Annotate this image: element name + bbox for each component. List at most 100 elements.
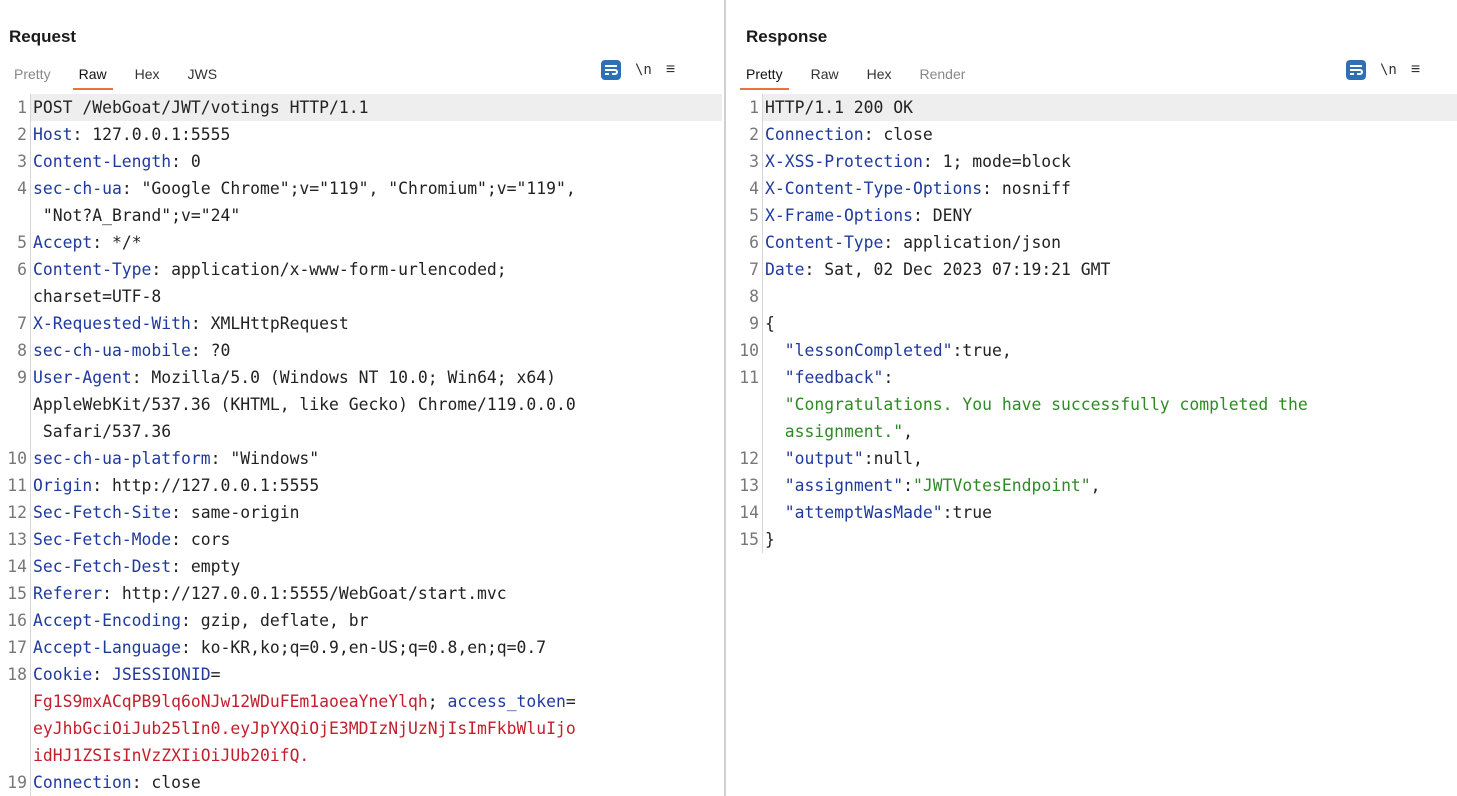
line-number: 3	[17, 152, 27, 171]
code-token: Sec-Fetch-Mode	[33, 530, 172, 549]
request-editor[interactable]: 1 POST /WebGoat/JWT/votings HTTP/1.1 2 Host…	[0, 94, 722, 796]
code-line[interactable]: 1 POST /WebGoat/JWT/votings HTTP/1.1	[0, 94, 722, 121]
code-line[interactable]: 15 Referer: http://127.0.0.1:5555/WebGoat…	[0, 580, 722, 607]
response-title: Response	[746, 27, 828, 46]
code-line[interactable]: 2 Connection: close	[732, 121, 1457, 148]
line-number: 5	[749, 206, 759, 225]
code-line[interactable]: 15}	[732, 526, 1457, 553]
code-line[interactable]: "Congratulations. You have successfully …	[732, 391, 1457, 418]
code-line[interactable]: 11 "feedback":	[732, 364, 1457, 391]
code-line[interactable]: idHJ1ZSIsInVzZXIiOiJUb20ifQ.	[0, 742, 722, 769]
code-line[interactable]: 2 Host: 127.0.0.1:5555	[0, 121, 722, 148]
code-line[interactable]: charset=UTF-8	[0, 283, 722, 310]
code-line[interactable]: 17 Accept-Language: ko-KR,ko;q=0.9,en-US;…	[0, 634, 722, 661]
line-text: Host: 127.0.0.1:5555	[30, 121, 722, 148]
code-token: Accept-Language	[33, 638, 182, 657]
code-token: Origin	[33, 476, 93, 495]
code-line[interactable]: 12 Sec-Fetch-Site: same-origin	[0, 499, 722, 526]
response-tab-pretty[interactable]: Pretty	[732, 61, 797, 90]
code-token: : gzip, deflate, br	[181, 611, 369, 630]
line-text: assignment.",	[762, 418, 1457, 445]
code-line[interactable]: 7 Date: Sat, 02 Dec 2023 07:19:21 GMT	[732, 256, 1457, 283]
code-line[interactable]: 7 X-Requested-With: XMLHttpRequest	[0, 310, 722, 337]
response-menu-icon[interactable]: ≡	[1411, 61, 1420, 79]
code-line[interactable]: 13 "assignment":"JWTVotesEndpoint",	[732, 472, 1457, 499]
line-text: {	[762, 310, 1457, 337]
code-line[interactable]: 10 "lessonCompleted":true,	[732, 337, 1457, 364]
response-show-newlines-button[interactable]: \n	[1380, 62, 1397, 78]
code-line[interactable]: 3 X-XSS-Protection: 1; mode=block	[732, 148, 1457, 175]
code-line[interactable]: 3 Content-Length: 0	[0, 148, 722, 175]
code-line[interactable]: 6 Content-Type: application/x-www-form-ur…	[0, 256, 722, 283]
code-line[interactable]: 5 Accept: */*	[0, 229, 722, 256]
code-token: sec-ch-ua-platform	[33, 449, 211, 468]
request-menu-icon[interactable]: ≡	[666, 61, 675, 79]
code-line[interactable]: 1 HTTP/1.1 200 OK	[732, 94, 1457, 121]
code-line[interactable]: 16 Accept-Encoding: gzip, deflate, br	[0, 607, 722, 634]
line-number: 10	[739, 341, 759, 360]
code-token: X-Requested-With	[33, 314, 191, 333]
request-tab-raw[interactable]: Raw	[65, 61, 121, 90]
line-number: 17	[7, 638, 27, 657]
response-wrap-lines-button[interactable]	[1346, 60, 1366, 80]
code-line[interactable]: 11 Origin: http://127.0.0.1:5555	[0, 472, 722, 499]
request-tab-jws[interactable]: JWS	[174, 61, 232, 87]
code-line[interactable]: 12 "output":null,	[732, 445, 1457, 472]
request-tab-hex[interactable]: Hex	[121, 61, 174, 87]
code-token: Sec-Fetch-Site	[33, 503, 172, 522]
pane-divider[interactable]	[724, 0, 726, 796]
line-number: 9	[17, 368, 27, 387]
code-token: :true	[942, 503, 992, 522]
code-line[interactable]: 9{	[732, 310, 1457, 337]
code-line[interactable]: "Not?A_Brand";v="24"	[0, 202, 722, 229]
code-line[interactable]: 9 User-Agent: Mozilla/5.0 (Windows NT 10.…	[0, 364, 722, 391]
code-line[interactable]: 6 Content-Type: application/json	[732, 229, 1457, 256]
code-line[interactable]: 10 sec-ch-ua-platform: "Windows"	[0, 445, 722, 472]
response-tab-render[interactable]: Render	[906, 61, 980, 87]
code-line[interactable]: 8	[732, 283, 1457, 310]
code-line[interactable]: 19 Connection: close	[0, 769, 722, 796]
request-show-newlines-button[interactable]: \n	[635, 62, 652, 78]
code-line[interactable]: Safari/537.36	[0, 418, 722, 445]
code-token: Connection	[765, 125, 864, 144]
line-number	[732, 418, 762, 445]
line-text: X-Content-Type-Options: nosniff	[762, 175, 1457, 202]
line-text: Content-Type: application/x-www-form-url…	[30, 256, 722, 283]
code-line[interactable]: 14 "attemptWasMade":true	[732, 499, 1457, 526]
line-number: 11	[7, 476, 27, 495]
code-token: :	[92, 665, 112, 684]
response-tab-raw[interactable]: Raw	[797, 61, 853, 87]
code-token: :	[903, 476, 914, 495]
line-text: Safari/537.36	[30, 418, 722, 445]
code-line[interactable]: 4 sec-ch-ua: "Google Chrome";v="119", "Ch…	[0, 175, 722, 202]
request-pane: Request Pretty Raw Hex JWS \n ≡ 1 POST /W…	[0, 0, 722, 796]
response-tabs: Pretty Raw Hex Render	[732, 61, 980, 90]
code-line[interactable]: eyJhbGciOiJub25lIn0.eyJpYXQiOjE3MDIzNjUz…	[0, 715, 722, 742]
code-line[interactable]: 8 sec-ch-ua-mobile: ?0	[0, 337, 722, 364]
code-token: ;	[427, 692, 448, 711]
code-line[interactable]: 5 X-Frame-Options: DENY	[732, 202, 1457, 229]
response-tab-hex[interactable]: Hex	[853, 61, 906, 87]
code-token: sec-ch-ua	[33, 179, 122, 198]
code-token: "output"	[784, 449, 864, 468]
line-number	[0, 715, 30, 742]
code-line[interactable]: 14 Sec-Fetch-Dest: empty	[0, 553, 722, 580]
code-line[interactable]: AppleWebKit/537.36 (KHTML, like Gecko) C…	[0, 391, 722, 418]
line-number	[0, 283, 30, 310]
code-token: "assignment"	[784, 476, 904, 495]
code-line[interactable]: 4 X-Content-Type-Options: nosniff	[732, 175, 1457, 202]
code-line[interactable]: assignment.",	[732, 418, 1457, 445]
code-line[interactable]: 13 Sec-Fetch-Mode: cors	[0, 526, 722, 553]
line-number: 6	[17, 260, 27, 279]
code-token: :	[883, 368, 894, 387]
code-token: : DENY	[913, 206, 973, 225]
request-wrap-lines-button[interactable]	[601, 60, 621, 80]
code-line[interactable]: 18 Cookie: JSESSIONID=	[0, 661, 722, 688]
response-editor[interactable]: 1 HTTP/1.1 200 OK 2 Connection: close 3 X-XSS…	[732, 94, 1457, 553]
code-line[interactable]: Fg1S9mxACqPB9lq6oNJw12WDuFEm1aoeaYneYlqh…	[0, 688, 722, 715]
code-token: Accept-Encoding	[33, 611, 182, 630]
code-token: : 1; mode=block	[922, 152, 1071, 171]
request-tab-pretty[interactable]: Pretty	[0, 61, 65, 87]
